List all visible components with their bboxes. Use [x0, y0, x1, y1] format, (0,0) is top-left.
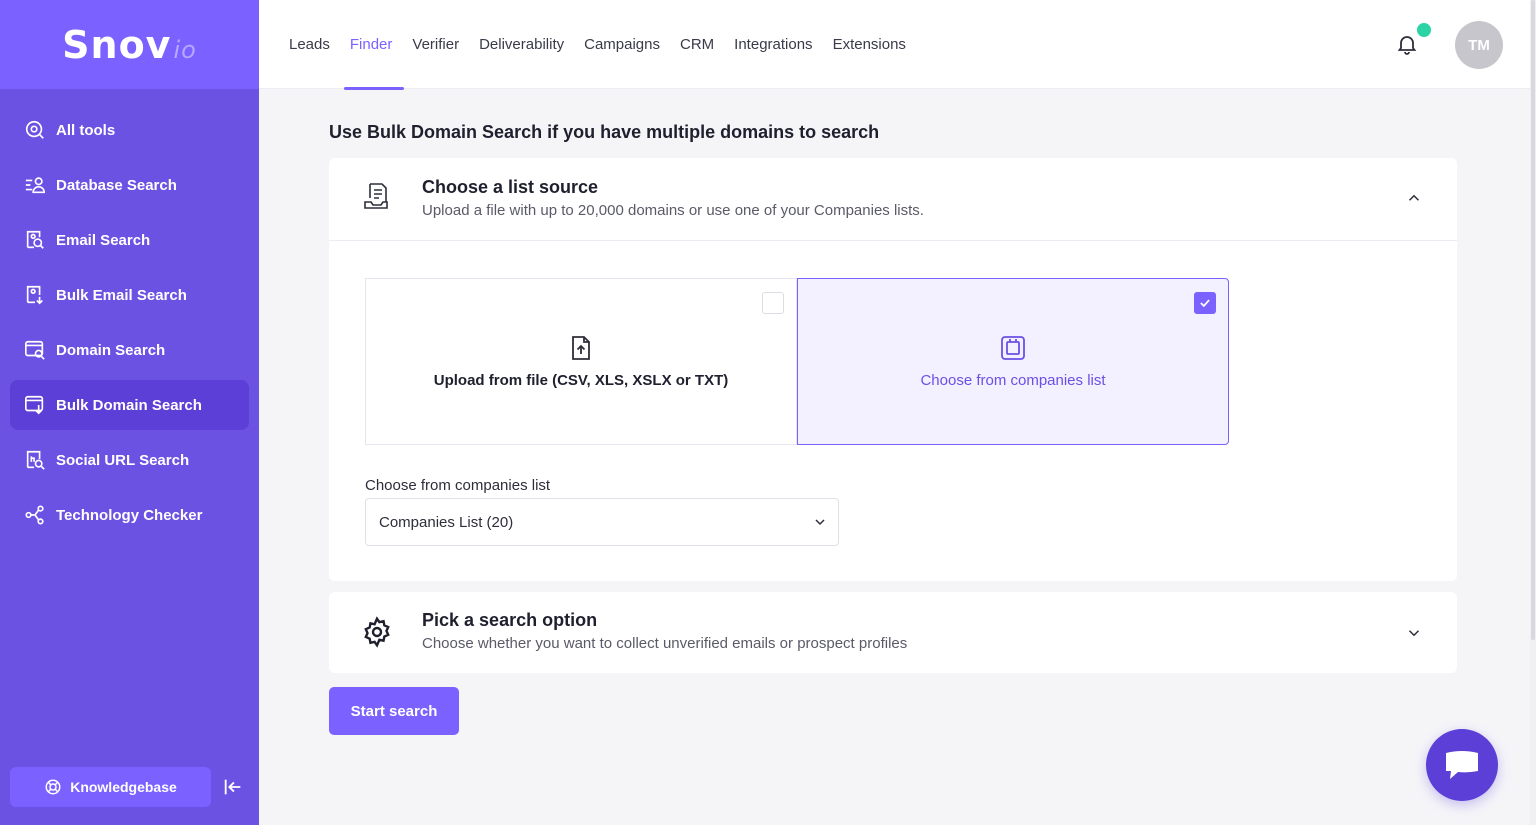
sidebar-item-label: Technology Checker — [56, 506, 203, 524]
sidebar-item-label: Email Search — [56, 231, 151, 249]
chevron-down-icon — [815, 519, 825, 526]
companies-list-select[interactable]: Companies List (20) — [365, 498, 839, 546]
bell-icon[interactable] — [1395, 32, 1419, 56]
email-search-icon — [24, 229, 46, 251]
companies-list-icon — [1001, 336, 1025, 360]
tab-finder[interactable]: Finder — [343, 0, 404, 90]
sidebar-item-label: Social URL Search — [56, 451, 190, 469]
chevron-up-icon[interactable] — [1405, 189, 1423, 207]
logo[interactable]: Snovio — [62, 23, 197, 67]
notification-badge — [1417, 23, 1431, 37]
chat-icon — [1446, 751, 1478, 779]
list-source-subtitle: Upload a file with up to 20,000 domains … — [422, 202, 924, 219]
sidebar-item-all-tools[interactable]: All tools — [10, 105, 249, 155]
check-icon — [1200, 299, 1210, 308]
tab-leads[interactable]: Leads — [289, 0, 330, 89]
sidebar-item-bulk-email-search[interactable]: Bulk Email Search — [10, 270, 249, 320]
sidebar-item-label: Domain Search — [56, 341, 166, 359]
scrollbar-thumb[interactable] — [1531, 0, 1535, 640]
sidebar-item-label: Bulk Domain Search — [56, 396, 202, 414]
avatar[interactable]: TM — [1455, 21, 1503, 69]
social-url-icon — [24, 449, 46, 471]
page-title: Use Bulk Domain Search if you have multi… — [329, 122, 880, 142]
companies-select-label: Choose from companies list — [365, 477, 551, 494]
document-list-icon — [364, 183, 388, 209]
knowledgebase-button[interactable]: Knowledgebase — [10, 767, 211, 807]
tab-campaigns[interactable]: Campaigns — [584, 0, 660, 89]
list-source-title: Choose a list source — [422, 177, 599, 197]
logo-area: Snovio — [0, 0, 259, 89]
database-user-icon — [24, 174, 46, 196]
bulk-email-icon — [24, 284, 46, 306]
upload-file-option[interactable]: Upload from file (CSV, XLS, XSLX or TXT) — [365, 278, 797, 445]
tab-crm[interactable]: CRM — [680, 0, 714, 89]
bulk-domain-icon — [24, 394, 46, 416]
page-scrollbar[interactable] — [1530, 0, 1536, 825]
companies-select-value: Companies List (20) — [379, 514, 514, 531]
companies-list-checkbox[interactable] — [1194, 292, 1216, 314]
file-upload-icon — [572, 336, 590, 360]
tab-deliverability[interactable]: Deliverability — [479, 0, 564, 89]
sidebar-nav: All tools Database Search Email Search B… — [0, 89, 259, 540]
gear-icon — [364, 616, 390, 648]
sidebar-item-label: Database Search — [56, 176, 177, 194]
search-option-subtitle: Choose whether you want to collect unver… — [422, 635, 908, 652]
search-option-card[interactable]: Pick a search option Choose whether you … — [329, 592, 1457, 673]
start-search-button[interactable]: Start search — [329, 687, 459, 735]
sidebar-item-domain-search[interactable]: Domain Search — [10, 325, 249, 375]
nav-tabs: Leads Finder Verifier Deliverability Cam… — [279, 0, 916, 90]
list-source-card: Choose a list source Upload a file with … — [329, 158, 1457, 581]
sidebar-item-label: Bulk Email Search — [56, 286, 187, 304]
companies-list-label: Choose from companies list — [920, 372, 1106, 389]
sidebar-item-bulk-domain-search[interactable]: Bulk Domain Search — [10, 380, 249, 430]
upload-file-label: Upload from file (CSV, XLS, XSLX or TXT) — [433, 372, 729, 389]
chevron-down-icon[interactable] — [1405, 624, 1423, 642]
chat-widget-button[interactable] — [1426, 729, 1498, 801]
search-circle-icon — [24, 119, 46, 141]
sidebar: Snovio All tools Database Search Email S… — [0, 0, 259, 825]
top-navigation: Leads Finder Verifier Deliverability Cam… — [259, 0, 1530, 90]
sidebar-item-database-search[interactable]: Database Search — [10, 160, 249, 210]
upload-file-checkbox[interactable] — [762, 292, 784, 314]
share-nodes-icon — [24, 504, 46, 526]
sidebar-item-technology-checker[interactable]: Technology Checker — [10, 490, 249, 540]
tab-integrations[interactable]: Integrations — [734, 0, 812, 89]
search-option-title: Pick a search option — [422, 610, 598, 630]
knowledgebase-label: Knowledgebase — [70, 779, 177, 795]
domain-search-icon — [24, 339, 46, 361]
sidebar-item-label: All tools — [56, 121, 116, 139]
list-source-header[interactable]: Choose a list source Upload a file with … — [329, 158, 1457, 241]
lifebuoy-icon — [45, 779, 61, 795]
sidebar-item-email-search[interactable]: Email Search — [10, 215, 249, 265]
tab-extensions[interactable]: Extensions — [833, 0, 906, 89]
companies-list-option[interactable]: Choose from companies list — [797, 278, 1229, 445]
sidebar-item-social-url-search[interactable]: Social URL Search — [10, 435, 249, 485]
collapse-sidebar-icon[interactable] — [222, 776, 244, 798]
tab-verifier[interactable]: Verifier — [412, 0, 459, 89]
